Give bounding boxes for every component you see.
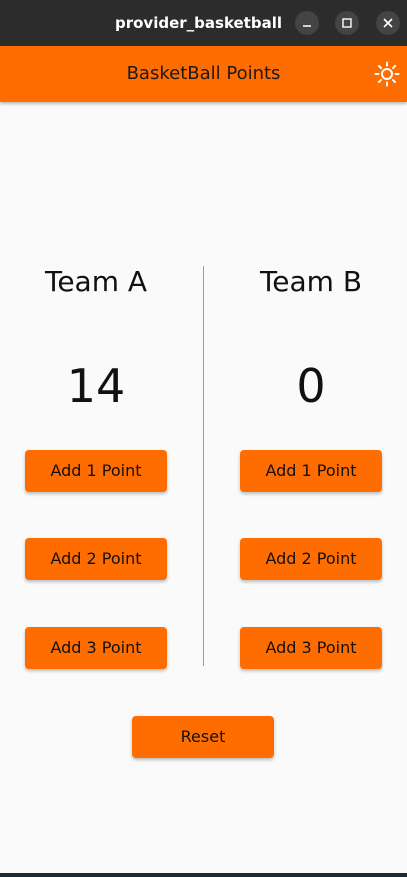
app-bar: BasketBall Points (0, 46, 407, 102)
team-a-panel: Team A 14 (21, 262, 171, 416)
vertical-divider (203, 266, 204, 666)
app-bar-title: BasketBall Points (126, 63, 281, 84)
team-b-name: Team B (259, 265, 363, 298)
close-button[interactable] (376, 11, 400, 35)
reset-button[interactable]: Reset (132, 716, 274, 758)
team-a-add-1-point-button[interactable]: Add 1 Point (25, 450, 167, 492)
team-b-add-1-point-button[interactable]: Add 1 Point (240, 450, 382, 492)
team-b-add-2-point-button[interactable]: Add 2 Point (240, 538, 382, 580)
minimize-button[interactable] (295, 11, 319, 35)
team-a-score: 14 (66, 359, 126, 413)
close-icon (383, 18, 393, 28)
team-b-panel: Team B 0 (236, 262, 386, 416)
team-b-add-3-point-button[interactable]: Add 3 Point (240, 627, 382, 669)
maximize-icon (342, 18, 352, 28)
app-window: provider_basketball BasketBall Points Te… (0, 0, 407, 877)
minimize-icon (303, 25, 311, 27)
team-a-add-3-point-button[interactable]: Add 3 Point (25, 627, 167, 669)
team-a-name: Team A (44, 265, 148, 298)
team-b-score: 0 (296, 359, 326, 413)
team-a-add-2-point-button[interactable]: Add 2 Point (25, 538, 167, 580)
desktop-strip (0, 873, 407, 877)
window-titlebar[interactable]: provider_basketball (0, 0, 407, 46)
theme-toggle-button[interactable] (373, 60, 401, 88)
maximize-button[interactable] (335, 11, 359, 35)
sun-icon (374, 61, 400, 87)
